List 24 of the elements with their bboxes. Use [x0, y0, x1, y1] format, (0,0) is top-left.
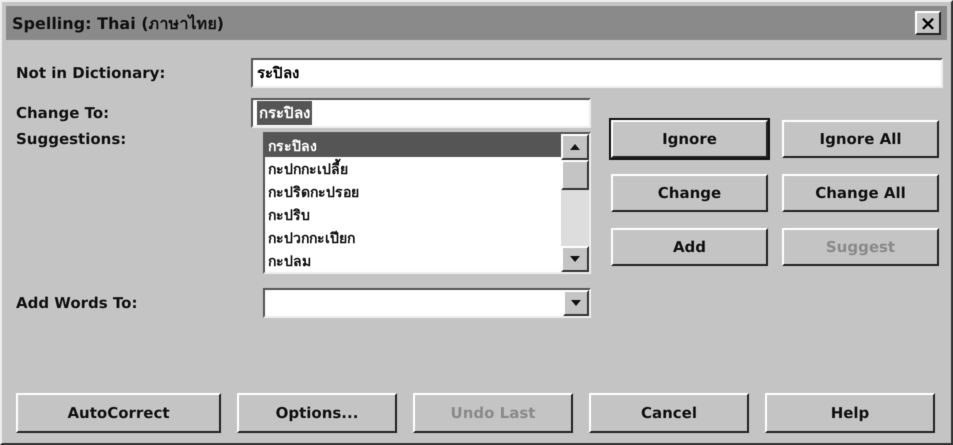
- dialog-button[interactable]: Ignore All: [782, 120, 939, 158]
- dialog-button[interactable]: Add: [611, 228, 768, 266]
- dialog-button[interactable]: Help: [765, 393, 935, 433]
- add-words-to-dropdown[interactable]: [263, 288, 591, 318]
- field-label: Suggestions:: [16, 130, 126, 148]
- scroll-thumb[interactable]: [561, 160, 589, 190]
- caret-icon: [571, 300, 581, 306]
- dialog-button[interactable]: Options...: [237, 393, 397, 433]
- window-title: Spelling: Thai (ภาษาไทย): [12, 12, 224, 34]
- dialog-button[interactable]: Ignore: [611, 120, 768, 158]
- not-in-dictionary-field[interactable]: ระปิลง: [251, 58, 943, 88]
- dialog-button[interactable]: Cancel: [589, 393, 749, 433]
- up-arrow-icon: [570, 144, 580, 150]
- field-label: Change To:: [16, 104, 110, 122]
- field-label: Not in Dictionary:: [16, 64, 166, 82]
- close-button[interactable]: ×: [915, 11, 941, 35]
- dialog-button[interactable]: AutoCorrect: [16, 393, 221, 433]
- change-to-field[interactable]: กระปิลง: [251, 98, 591, 128]
- scroll-bar[interactable]: [561, 134, 589, 272]
- dialog-button[interactable]: Change All: [782, 174, 939, 212]
- dialog-button[interactable]: Change: [611, 174, 768, 212]
- list-item[interactable]: กระปิลง: [265, 134, 561, 157]
- down-arrow-icon: [570, 256, 580, 262]
- field-label: Add Words To:: [16, 294, 138, 312]
